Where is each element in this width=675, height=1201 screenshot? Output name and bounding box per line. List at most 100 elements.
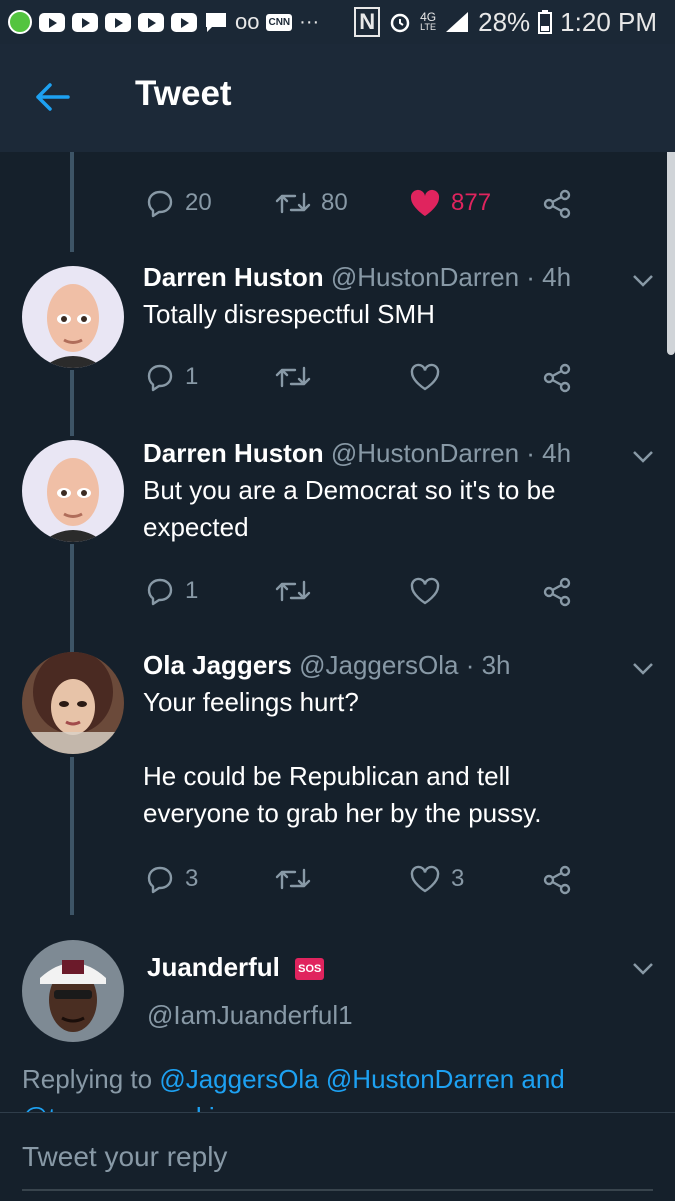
user-handle[interactable]: @IamJuanderful1 bbox=[147, 1000, 353, 1030]
retweet-button[interactable] bbox=[275, 576, 311, 606]
display-name[interactable]: Juanderful bbox=[147, 952, 280, 982]
tweet-time: · 4h bbox=[526, 438, 572, 468]
heart-icon bbox=[410, 577, 440, 605]
reply-count: 3 bbox=[185, 865, 199, 892]
tweet-time: · 4h bbox=[526, 262, 572, 292]
tweet-text: Totally disrespectful SMH bbox=[143, 299, 435, 329]
input-underline bbox=[22, 1189, 653, 1191]
like-count: 3 bbox=[451, 865, 465, 892]
like-button[interactable] bbox=[409, 576, 441, 606]
tweet-thread[interactable]: 20 80 877 Darren Huston @HustonDarren · … bbox=[0, 152, 675, 1112]
like-button[interactable] bbox=[409, 362, 441, 392]
reply-input[interactable]: Tweet your reply bbox=[22, 1141, 227, 1173]
back-arrow-icon[interactable] bbox=[34, 82, 70, 112]
reply-count: 20 bbox=[185, 189, 212, 216]
reply-button[interactable]: 1 bbox=[145, 576, 198, 606]
avatar[interactable] bbox=[22, 940, 124, 1042]
youtube-icon bbox=[72, 12, 98, 32]
profile-photo-image bbox=[22, 940, 124, 1042]
like-button[interactable]: 3 bbox=[409, 864, 464, 894]
share-icon bbox=[543, 865, 571, 895]
parent-tweet-actions: 20 80 877 bbox=[145, 188, 585, 224]
share-icon bbox=[543, 577, 571, 607]
mention-and[interactable]: and bbox=[521, 1064, 564, 1094]
nfc-icon: N bbox=[354, 7, 381, 37]
share-button[interactable] bbox=[541, 362, 573, 394]
mention-link[interactable]: @HustonDarren bbox=[326, 1064, 514, 1094]
user-handle[interactable]: @HustonDarren bbox=[331, 262, 519, 292]
tweet-time: · 3h bbox=[465, 650, 511, 680]
tweet-item[interactable]: Darren Huston @HustonDarren · 4h But you… bbox=[0, 428, 675, 642]
tweet-item[interactable]: Darren Huston @HustonDarren · 4h Totally… bbox=[0, 252, 675, 428]
profile-photo-image bbox=[22, 652, 124, 754]
heart-icon bbox=[410, 865, 440, 893]
display-name[interactable]: Ola Jaggers bbox=[143, 650, 292, 680]
page-title: Tweet bbox=[135, 74, 232, 113]
replying-to-line: Replying to @JaggersOla @HustonDarren an… bbox=[22, 1064, 565, 1095]
cartoon-avatar-image bbox=[22, 266, 124, 368]
system-icons: N 4G LTE 28% 1:20 PM bbox=[354, 7, 675, 38]
tweet-header: Ola Jaggers @JaggersOla · 3h bbox=[143, 650, 511, 681]
cartoon-avatar-image bbox=[22, 440, 124, 542]
retweet-count: 80 bbox=[321, 189, 348, 216]
avatar[interactable] bbox=[22, 266, 124, 368]
display-name[interactable]: Darren Huston bbox=[143, 438, 324, 468]
reply-icon bbox=[147, 866, 173, 894]
avatar[interactable] bbox=[22, 440, 124, 542]
share-button[interactable] bbox=[541, 576, 573, 608]
reply-bar: Tweet your reply bbox=[0, 1112, 675, 1201]
mention-link[interactable]: @tonyposnanski bbox=[22, 1102, 215, 1112]
retweet-button[interactable]: 80 bbox=[275, 188, 348, 218]
tweet-header: Juanderful SOS bbox=[147, 952, 325, 983]
app-notification-icon bbox=[8, 10, 32, 34]
voicemail-icon: oo bbox=[235, 9, 260, 34]
message-icon bbox=[206, 13, 226, 32]
heart-icon bbox=[410, 363, 440, 391]
alarm-icon bbox=[390, 13, 410, 33]
youtube-icon bbox=[39, 12, 65, 32]
chevron-down-icon[interactable] bbox=[632, 450, 654, 464]
youtube-icon bbox=[171, 12, 197, 32]
battery-icon bbox=[538, 10, 553, 34]
share-button[interactable] bbox=[541, 864, 573, 896]
share-button[interactable] bbox=[541, 188, 573, 220]
chevron-down-icon[interactable] bbox=[632, 274, 654, 288]
display-name[interactable]: Darren Huston bbox=[143, 262, 324, 292]
retweet-icon bbox=[275, 366, 311, 388]
share-icon bbox=[543, 363, 571, 393]
reply-button[interactable]: 3 bbox=[145, 864, 198, 894]
tweet-actions: 1 bbox=[145, 362, 585, 398]
chevron-down-icon[interactable] bbox=[632, 962, 654, 976]
reply-button[interactable]: 1 bbox=[145, 362, 198, 392]
signal-icon bbox=[446, 12, 469, 32]
youtube-icon bbox=[105, 12, 131, 32]
notification-icons: oo CNN ··· bbox=[0, 9, 319, 35]
battery-percent: 28% bbox=[478, 6, 531, 37]
like-button[interactable]: 877 bbox=[409, 188, 491, 218]
retweet-button[interactable] bbox=[275, 864, 311, 894]
retweet-button[interactable] bbox=[275, 362, 311, 392]
like-count: 877 bbox=[451, 189, 492, 216]
retweet-icon bbox=[275, 580, 311, 602]
tweet-text: But you are a Democrat so it's to be exp… bbox=[143, 475, 556, 542]
tweet-header: Darren Huston @HustonDarren · 4h bbox=[143, 262, 571, 293]
more-notifications-icon: ··· bbox=[299, 10, 320, 33]
user-handle[interactable]: @HustonDarren bbox=[331, 438, 519, 468]
app-header: Tweet bbox=[0, 44, 675, 152]
tweet-text: Your feelings hurt? He could be Republic… bbox=[143, 687, 542, 828]
reply-icon bbox=[147, 364, 173, 392]
mention-link[interactable]: @JaggersOla bbox=[159, 1064, 318, 1094]
avatar[interactable] bbox=[22, 652, 124, 754]
retweet-icon bbox=[275, 868, 311, 890]
user-handle[interactable]: @JaggersOla bbox=[299, 650, 458, 680]
clock: 1:20 PM bbox=[560, 6, 657, 37]
reply-button[interactable]: 20 bbox=[145, 188, 212, 218]
reply-icon bbox=[147, 578, 173, 606]
reply-count: 1 bbox=[185, 363, 199, 390]
user-handle-line: @IamJuanderful1 bbox=[147, 1000, 353, 1031]
tweet-actions: 3 3 bbox=[145, 864, 585, 900]
chevron-down-icon[interactable] bbox=[632, 662, 654, 676]
heart-filled-icon bbox=[410, 189, 440, 216]
tweet-item[interactable]: Ola Jaggers @JaggersOla · 3h Your feelin… bbox=[0, 642, 675, 932]
share-icon bbox=[543, 189, 571, 219]
